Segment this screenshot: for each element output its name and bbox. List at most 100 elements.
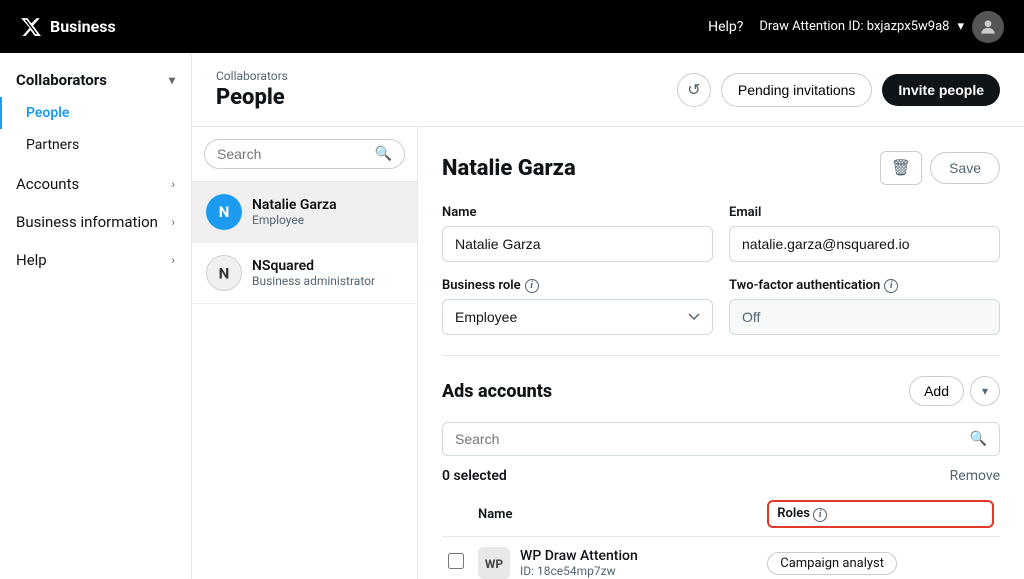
refresh-button[interactable]: ↺ bbox=[677, 73, 711, 107]
chevron-down-icon: ▾ bbox=[982, 384, 988, 398]
avatar bbox=[972, 11, 1004, 43]
save-button[interactable]: Save bbox=[930, 152, 1000, 184]
page-title: People bbox=[216, 85, 288, 110]
breadcrumb: Collaborators bbox=[216, 69, 288, 83]
divider bbox=[442, 355, 1000, 356]
name-field[interactable] bbox=[442, 226, 713, 262]
list-item[interactable]: N Natalie Garza Employee bbox=[192, 182, 417, 243]
roles-header-highlighted: Roles i bbox=[767, 500, 994, 528]
chevron-right-icon: › bbox=[171, 177, 175, 191]
page-header-right: ↺ Pending invitations Invite people bbox=[677, 73, 1000, 107]
pending-invitations-button[interactable]: Pending invitations bbox=[721, 73, 873, 107]
account-info[interactable]: Draw Attention ID: bxjazpx5w9a8 ▾ bbox=[759, 11, 1004, 43]
role-cell: Campaign analyst bbox=[761, 537, 1000, 579]
person-info: Natalie Garza Employee bbox=[252, 197, 337, 227]
ads-table: Name Roles i bbox=[442, 492, 1000, 579]
content-area: 🔍 N Natalie Garza Employee N NSquared bbox=[192, 127, 1024, 579]
sidebar-item-accounts[interactable]: Accounts › bbox=[0, 165, 191, 203]
detail-person-name: Natalie Garza bbox=[442, 156, 576, 181]
account-id: ID: 18ce54mp7zw bbox=[520, 564, 638, 578]
two-fa-field bbox=[729, 299, 1000, 335]
add-button[interactable]: Add bbox=[909, 376, 964, 406]
sidebar-item-people[interactable]: People bbox=[0, 97, 191, 129]
sidebar: Collaborators ▾ People Partners Accounts… bbox=[0, 53, 192, 579]
logo[interactable]: Business bbox=[20, 16, 116, 38]
row-checkbox[interactable] bbox=[448, 553, 464, 569]
selected-bar: 0 selected Remove bbox=[442, 468, 1000, 484]
x-logo-icon bbox=[20, 16, 42, 38]
account-logo-icon: WP bbox=[478, 547, 510, 579]
trash-icon: 🗑 bbox=[891, 160, 911, 177]
account-cell: WP WP Draw Attention ID: 18ce54mp7zw bbox=[472, 537, 761, 579]
form-row-name-email: Name Email bbox=[442, 205, 1000, 262]
table-row: WP WP Draw Attention ID: 18ce54mp7zw bbox=[442, 537, 1000, 579]
account-details: WP Draw Attention ID: 18ce54mp7zw bbox=[520, 548, 638, 578]
sidebar-collaborators-label: Collaborators bbox=[16, 71, 107, 89]
business-role-select[interactable]: Employee Admin Finance bbox=[442, 299, 713, 335]
search-box: 🔍 bbox=[192, 127, 417, 182]
person-info: NSquared Business administrator bbox=[252, 258, 375, 288]
sidebar-item-business-info[interactable]: Business information › bbox=[0, 203, 191, 241]
ads-search-input[interactable] bbox=[455, 431, 962, 447]
topbar-left: Business bbox=[20, 16, 116, 38]
chevron-right-icon: › bbox=[171, 215, 175, 229]
form-group-business-role: Business role i Employee Admin Finance bbox=[442, 278, 713, 335]
role-badge[interactable]: Campaign analyst bbox=[767, 552, 897, 575]
person-name: Natalie Garza bbox=[252, 197, 337, 213]
two-fa-info-icon[interactable]: i bbox=[884, 279, 898, 293]
detail-actions: 🗑 Save bbox=[880, 151, 1000, 185]
delete-button[interactable]: 🗑 bbox=[880, 151, 922, 185]
form-group-email: Email bbox=[729, 205, 1000, 262]
business-role-info-icon[interactable]: i bbox=[525, 279, 539, 293]
page-header-left: Collaborators People bbox=[216, 69, 288, 110]
sidebar-accounts-label: Accounts bbox=[16, 175, 79, 193]
selected-count: 0 selected bbox=[442, 468, 507, 484]
col-roles: Roles i bbox=[761, 492, 1000, 537]
sidebar-header-collaborators[interactable]: Collaborators ▾ bbox=[0, 63, 191, 97]
sidebar-section-collaborators: Collaborators ▾ People Partners bbox=[0, 63, 191, 161]
email-label: Email bbox=[729, 205, 1000, 220]
account-info-cell: WP WP Draw Attention ID: 18ce54mp7zw bbox=[478, 547, 755, 579]
sidebar-item-partners[interactable]: Partners bbox=[0, 129, 191, 161]
refresh-icon: ↺ bbox=[687, 80, 700, 100]
chevron-down-icon: ▾ bbox=[957, 19, 964, 34]
roles-info-icon[interactable]: i bbox=[813, 508, 827, 522]
invite-people-button[interactable]: Invite people bbox=[882, 74, 1000, 106]
sidebar-item-help[interactable]: Help › bbox=[0, 241, 191, 279]
search-icon: 🔍 bbox=[970, 431, 987, 447]
search-icon: 🔍 bbox=[375, 146, 392, 162]
help-link[interactable]: Help? bbox=[708, 19, 743, 35]
remove-link[interactable]: Remove bbox=[950, 468, 1000, 484]
email-field[interactable] bbox=[729, 226, 1000, 262]
person-role: Employee bbox=[252, 213, 337, 227]
ads-search-box: 🔍 bbox=[442, 422, 1000, 456]
account-id-text: Draw Attention ID: bxjazpx5w9a8 bbox=[759, 19, 949, 34]
ads-header-actions: Add ▾ bbox=[909, 376, 1000, 406]
account-name: WP Draw Attention bbox=[520, 548, 638, 564]
ads-accounts-title: Ads accounts bbox=[442, 381, 552, 402]
search-input[interactable] bbox=[217, 146, 369, 162]
svg-text:N: N bbox=[219, 265, 230, 283]
person-role: Business administrator bbox=[252, 274, 375, 288]
person-name: NSquared bbox=[252, 258, 375, 274]
sidebar-business-info-label: Business information bbox=[16, 213, 158, 231]
main-content: Collaborators People ↺ Pending invitatio… bbox=[192, 53, 1024, 579]
form-group-2fa: Two-factor authentication i bbox=[729, 278, 1000, 335]
sidebar-people-label: People bbox=[26, 105, 69, 121]
topbar: Business Help? Draw Attention ID: bxjazp… bbox=[0, 0, 1024, 53]
form-row-role-2fa: Business role i Employee Admin Finance T… bbox=[442, 278, 1000, 335]
form-group-name: Name bbox=[442, 205, 713, 262]
topbar-right: Help? Draw Attention ID: bxjazpx5w9a8 ▾ bbox=[708, 11, 1004, 43]
avatar: N bbox=[206, 194, 242, 230]
name-label: Name bbox=[442, 205, 713, 220]
expand-button[interactable]: ▾ bbox=[970, 376, 1000, 406]
detail-header: Natalie Garza 🗑 Save bbox=[442, 151, 1000, 185]
account-logo: WP bbox=[478, 547, 510, 579]
chevron-right-icon: › bbox=[171, 253, 175, 267]
col-checkbox bbox=[442, 492, 472, 537]
svg-text:WP: WP bbox=[485, 557, 504, 571]
list-item[interactable]: N NSquared Business administrator bbox=[192, 243, 417, 304]
business-role-label: Business role i bbox=[442, 278, 713, 293]
chevron-down-icon: ▾ bbox=[169, 73, 175, 87]
roles-label: Roles bbox=[777, 506, 810, 521]
